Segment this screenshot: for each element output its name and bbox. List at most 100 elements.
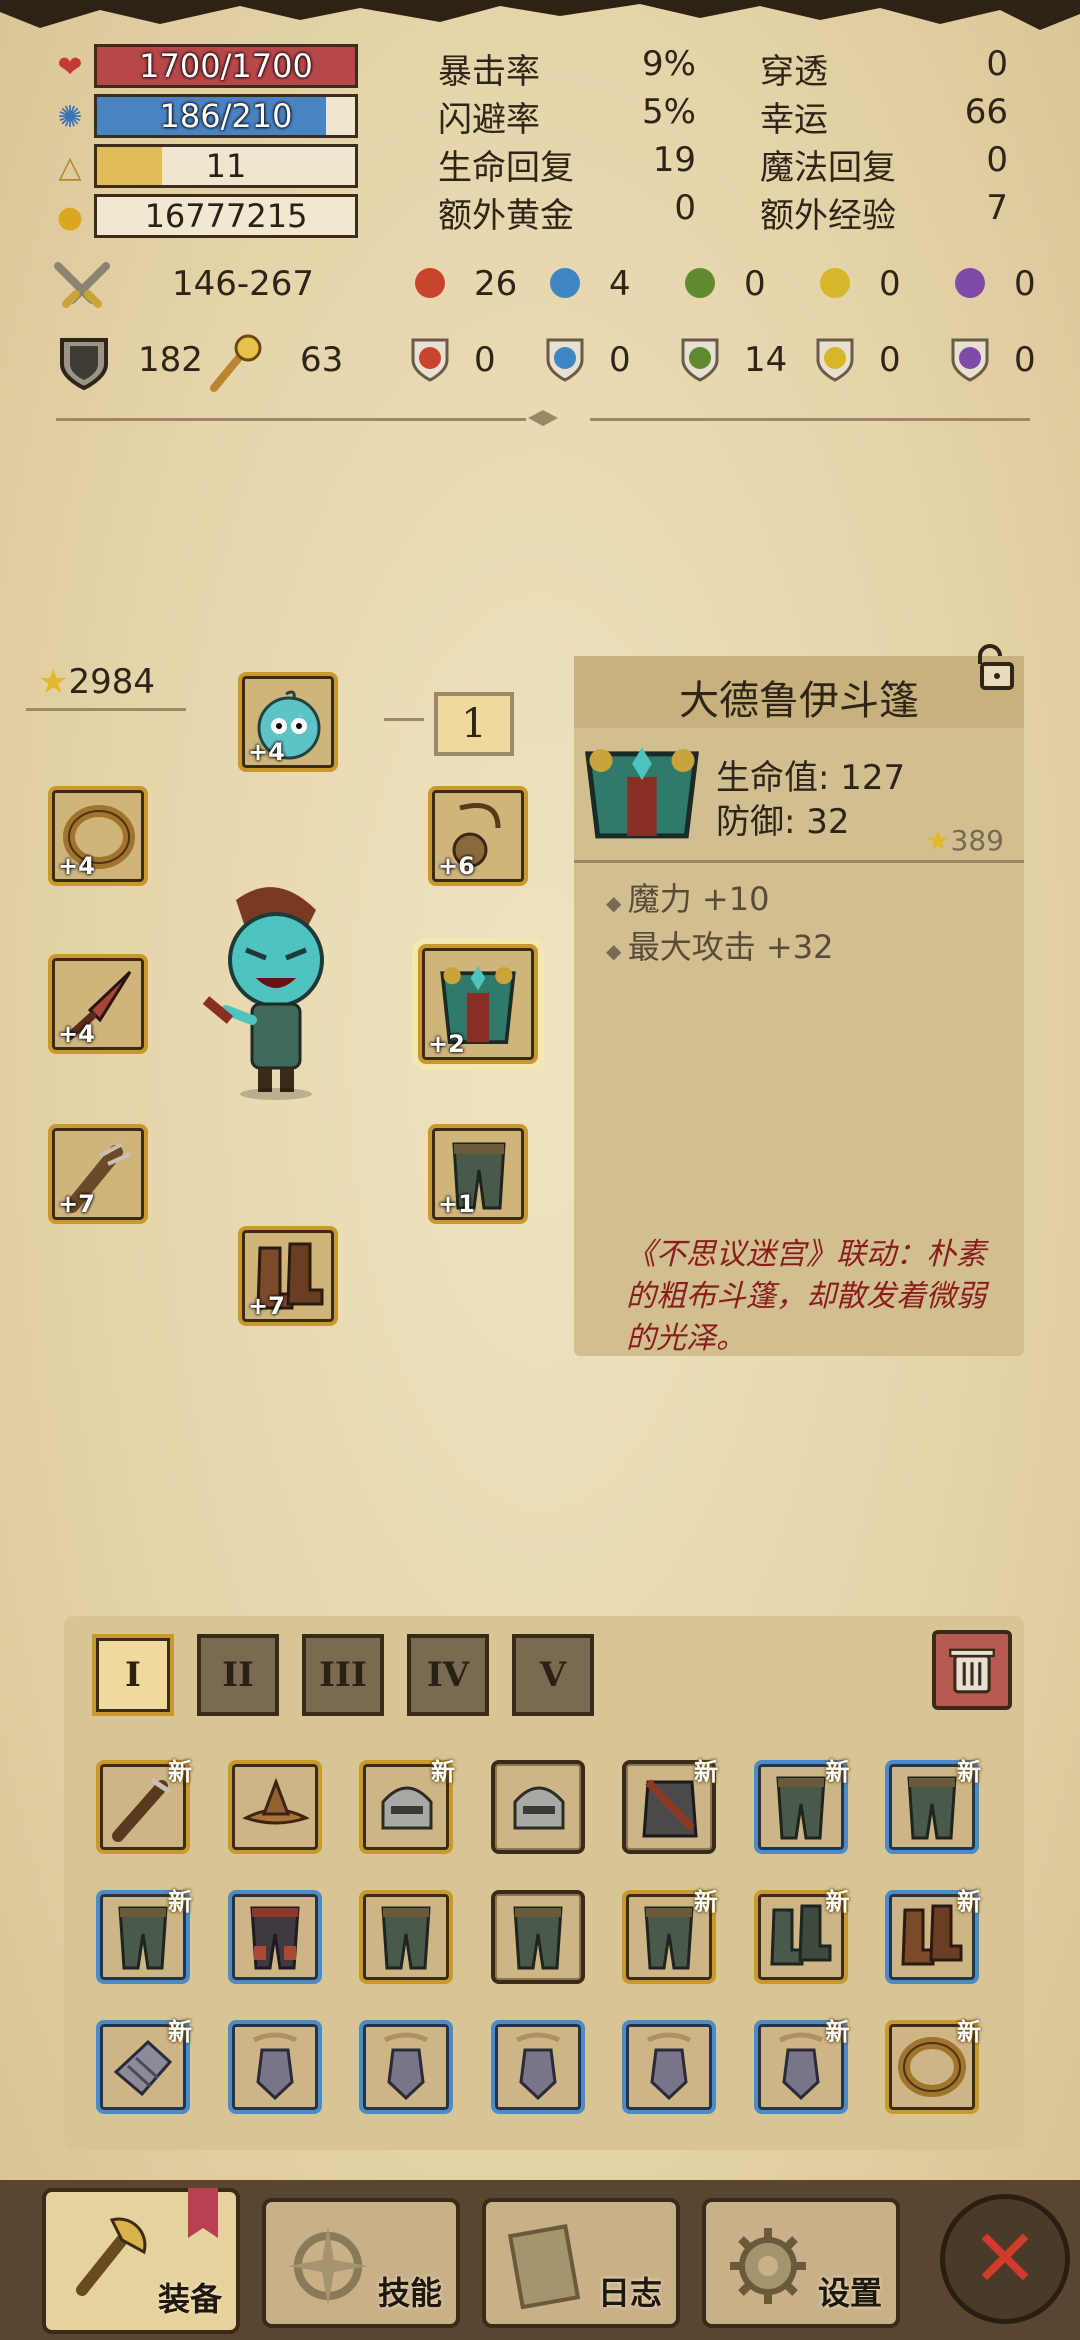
- slot-pants[interactable]: +1: [428, 1124, 528, 1224]
- inventory-item-chest[interactable]: 新: [622, 1758, 718, 1854]
- inventory-tab-2[interactable]: II: [197, 1634, 279, 1716]
- slot-level: +4: [58, 1020, 95, 1048]
- slot-level: +2: [428, 1030, 465, 1058]
- inventory-item-club[interactable]: 新: [96, 1758, 192, 1854]
- leaf-icon: [681, 338, 719, 382]
- inventory-item-boots-red[interactable]: 新: [885, 1888, 981, 1984]
- elem-attack-value-0: 26: [474, 264, 518, 304]
- arcane-icon: [951, 338, 989, 382]
- nav-equipment-label: 装备: [157, 2280, 222, 2318]
- lightning-icon: [820, 268, 850, 298]
- inventory-item-amulet[interactable]: [622, 2020, 716, 2114]
- divider-left: [56, 418, 526, 421]
- attr-label-extra-exp: 额外经验: [760, 196, 896, 236]
- attr-value-mana-regen: 0: [986, 140, 1008, 180]
- bonus-row: ◆ 最大攻击 +32: [606, 922, 833, 968]
- inventory-item-ring[interactable]: 新: [885, 2018, 981, 2114]
- pants-icon: [512, 1906, 563, 1970]
- inventory-item-pants-red[interactable]: [227, 1890, 322, 1984]
- slot-pet[interactable]: +4: [238, 672, 338, 772]
- slot-offhand[interactable]: +7: [48, 1124, 148, 1224]
- item-hp-stat: 生命值: 127: [716, 758, 906, 798]
- detail-divider: [574, 860, 1024, 863]
- elem-attack-value-4: 0: [1014, 264, 1036, 304]
- nav-skills[interactable]: 技能: [262, 2198, 460, 2328]
- inventory-tab-4[interactable]: IV: [407, 1634, 489, 1716]
- crossed-swords-icon: [54, 262, 110, 308]
- inventory-item-pants[interactable]: 新: [885, 1758, 981, 1854]
- divider-right: [590, 418, 1030, 421]
- slot-level: +7: [248, 1292, 285, 1320]
- nav-settings[interactable]: 设置: [702, 2198, 900, 2328]
- torn-edge-top: [0, 0, 1080, 30]
- elem-resist-value-1: 0: [609, 340, 631, 380]
- elem-attack-value-2: 0: [744, 264, 766, 304]
- fire-icon: [411, 338, 449, 382]
- attack-range: 146-267: [172, 264, 315, 304]
- slot-amulet[interactable]: +6: [428, 786, 528, 886]
- attr-label-luck: 幸运: [760, 100, 828, 140]
- unlock-icon[interactable]: [972, 644, 1016, 692]
- new-badge: 新: [168, 1888, 192, 1916]
- attr-value-pierce: 0: [986, 44, 1008, 84]
- attr-value-dodge: 5%: [642, 92, 696, 132]
- elem-resist-value-3: 0: [879, 340, 901, 380]
- slot-level: +1: [438, 1190, 475, 1218]
- nav-log[interactable]: 日志: [482, 2198, 680, 2328]
- item-description: 《不思议迷宫》联动：朴素的粗布斗篷，却散发着微弱的光泽。: [626, 1237, 986, 1356]
- slot-level: +4: [248, 738, 285, 766]
- star-icon: ★: [38, 662, 69, 702]
- magic-icon: ✺: [57, 100, 83, 135]
- slot-level: +7: [58, 1190, 95, 1218]
- elem-resist-value-0: 0: [474, 340, 496, 380]
- inventory-item-pants[interactable]: [359, 1890, 453, 1984]
- inventory-item-helm[interactable]: [490, 1760, 585, 1854]
- hp-bar: ❤ 1700/1700: [52, 44, 362, 92]
- inventory-item-pants[interactable]: 新: [96, 1888, 192, 1984]
- log-icon: [507, 2224, 581, 2310]
- new-badge: 新: [825, 1888, 850, 1916]
- armor-tier-badge: 1: [434, 692, 514, 756]
- bonus-magic: 魔力 +10: [627, 880, 770, 918]
- mp-bar: ✺ 186/210: [52, 94, 362, 142]
- inventory-item-gauntlet[interactable]: 新: [96, 2018, 192, 2114]
- inventory-tab-5[interactable]: V: [512, 1634, 594, 1716]
- hp-text: 1700/1700: [139, 47, 313, 85]
- cloak-icon: [585, 747, 699, 839]
- slot-weapon[interactable]: +4: [48, 954, 148, 1054]
- inventory-tab-1[interactable]: I: [92, 1634, 174, 1716]
- item-score: ★389: [925, 824, 1004, 857]
- pants-red-icon: [249, 1906, 300, 1970]
- staff-icon: [210, 334, 262, 392]
- inventory-item-pants[interactable]: 新: [622, 1888, 718, 1984]
- heart-icon: ❤: [57, 50, 83, 85]
- inventory-item-helm[interactable]: 新: [359, 1758, 455, 1854]
- new-badge: 新: [168, 1758, 192, 1786]
- attr-value-crit: 9%: [642, 44, 696, 84]
- slot-ring-left[interactable]: +4: [48, 786, 148, 886]
- close-icon: ✕: [971, 2212, 1039, 2305]
- inventory-item-amulet[interactable]: [227, 2020, 322, 2114]
- trash-button[interactable]: [932, 1630, 1012, 1710]
- amulet-icon: [383, 2032, 429, 2101]
- nav-equipment[interactable]: 装备: [42, 2188, 240, 2334]
- new-badge: 新: [957, 2018, 981, 2046]
- hero-character: [202, 887, 324, 1100]
- close-button[interactable]: ✕: [940, 2194, 1070, 2324]
- bonus-row: ◆ 魔力 +10: [606, 874, 769, 920]
- inventory-item-hat[interactable]: [227, 1760, 322, 1854]
- slot-boots[interactable]: +7: [238, 1226, 338, 1326]
- connector-line: [26, 708, 186, 711]
- attr-value-extra-exp: 7: [986, 188, 1008, 228]
- skills-icon: [288, 2226, 368, 2306]
- slot-armor-selected[interactable]: +2: [418, 944, 538, 1064]
- inventory-item-boots[interactable]: 新: [753, 1888, 850, 1984]
- inventory-item-amulet[interactable]: [490, 2020, 585, 2114]
- inventory-item-pants[interactable]: [490, 1890, 585, 1984]
- inventory-tab-3[interactable]: III: [302, 1634, 384, 1716]
- inventory-item-amulet[interactable]: 新: [753, 2018, 850, 2114]
- elem-resist-value-4: 0: [1014, 340, 1036, 380]
- inventory-item-amulet[interactable]: [359, 2020, 453, 2114]
- magic-power-value: 63: [300, 340, 344, 380]
- inventory-item-pants[interactable]: 新: [753, 1758, 850, 1854]
